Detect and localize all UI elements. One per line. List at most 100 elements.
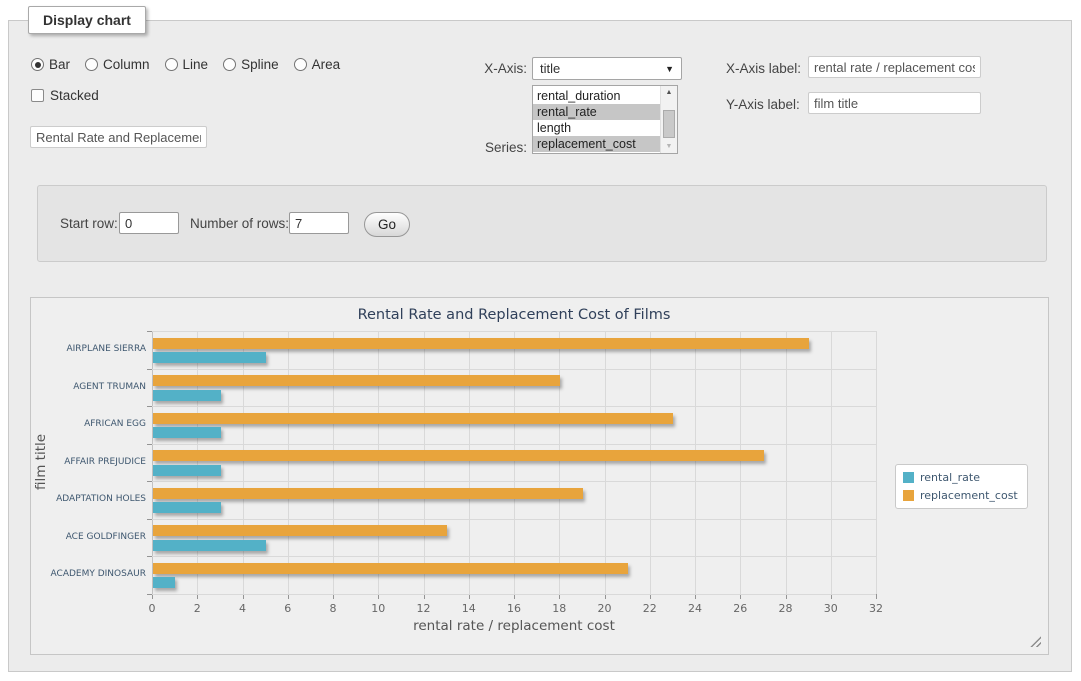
y-tick-mark xyxy=(147,594,152,595)
gridline-horizontal xyxy=(152,406,876,407)
x-tick-mark xyxy=(876,594,877,599)
resize-handle-icon[interactable] xyxy=(1030,636,1041,647)
radio-icon xyxy=(223,58,236,71)
gridline-horizontal xyxy=(152,444,876,445)
x-tick-label: 28 xyxy=(766,602,806,615)
gridline-vertical xyxy=(197,331,198,594)
x-axis-title: rental rate / replacement cost xyxy=(152,618,876,634)
x-tick-label: 8 xyxy=(313,602,353,615)
y-tick-mark xyxy=(147,444,152,445)
scroll-thumb[interactable] xyxy=(663,110,675,138)
bar-replacement_cost[interactable] xyxy=(153,450,764,461)
y-tick-mark xyxy=(147,406,152,407)
gridline-vertical xyxy=(243,331,244,594)
gridline-vertical xyxy=(288,331,289,594)
chart-type-label: Bar xyxy=(49,57,70,72)
x-axis-label-input[interactable] xyxy=(808,56,981,78)
checkbox-icon xyxy=(31,89,44,102)
bar-rental_rate[interactable] xyxy=(153,465,221,476)
gridline-vertical xyxy=(695,331,696,594)
series-option-rental_rate[interactable]: rental_rate xyxy=(533,104,661,120)
gridline-vertical xyxy=(605,331,606,594)
x-tick-label: 10 xyxy=(358,602,398,615)
category-label: AIRPLANE SIERRA xyxy=(34,331,146,369)
bar-rental_rate[interactable] xyxy=(153,427,221,438)
series-option-replacement_cost[interactable]: replacement_cost xyxy=(533,136,661,152)
bar-rental_rate[interactable] xyxy=(153,577,175,588)
scroll-down-icon[interactable]: ▼ xyxy=(661,143,677,150)
category-label: AFFAIR PREJUDICE xyxy=(34,444,146,482)
gridline-horizontal xyxy=(152,556,876,557)
stacked-checkbox[interactable]: Stacked xyxy=(31,88,99,103)
bar-rental_rate[interactable] xyxy=(153,540,266,551)
bar-replacement_cost[interactable] xyxy=(153,338,809,349)
legend-swatch-icon xyxy=(903,472,914,483)
y-tick-mark xyxy=(147,331,152,332)
x-axis-selected-value: title xyxy=(540,61,560,76)
chart-title: Rental Rate and Replacement Cost of Film… xyxy=(152,307,876,323)
bar-rental_rate[interactable] xyxy=(153,390,221,401)
num-rows-input[interactable] xyxy=(289,212,349,234)
bar-replacement_cost[interactable] xyxy=(153,488,583,499)
x-tick-label: 24 xyxy=(675,602,715,615)
start-row-input[interactable] xyxy=(119,212,179,234)
x-tick-label: 16 xyxy=(494,602,534,615)
legend-item-replacement_cost[interactable]: replacement_cost xyxy=(903,489,1018,502)
category-label: AGENT TRUMAN xyxy=(34,369,146,407)
x-tick-label: 14 xyxy=(449,602,489,615)
gridline-horizontal xyxy=(152,481,876,482)
chart-type-label: Column xyxy=(103,57,150,72)
chart-builder-page: Display chart Bar Column Line Spline Area St… xyxy=(0,0,1081,681)
gridline-vertical xyxy=(786,331,787,594)
gridline-vertical xyxy=(740,331,741,594)
bar-replacement_cost[interactable] xyxy=(153,525,447,536)
chart-title-input[interactable] xyxy=(30,126,207,148)
stacked-label: Stacked xyxy=(50,88,99,103)
gridline-vertical xyxy=(333,331,334,594)
category-label: AFRICAN EGG xyxy=(34,406,146,444)
legend-label: rental_rate xyxy=(920,471,980,484)
scroll-up-icon[interactable]: ▲ xyxy=(661,89,677,96)
legend-swatch-icon xyxy=(903,490,914,501)
series-option-rental_duration[interactable]: rental_duration xyxy=(533,88,661,104)
x-tick-label: 20 xyxy=(585,602,625,615)
series-options: rental_durationrental_ratelengthreplacem… xyxy=(533,88,661,152)
x-axis-label-caption: X-Axis label: xyxy=(726,61,801,76)
series-scrollbar[interactable]: ▲ ▼ xyxy=(660,86,677,153)
chart-type-label: Area xyxy=(312,57,341,72)
gridline-vertical xyxy=(424,331,425,594)
chart-type-radio-bar[interactable]: Bar xyxy=(31,57,70,72)
radio-icon xyxy=(165,58,178,71)
bar-replacement_cost[interactable] xyxy=(153,375,560,386)
series-label-text: Series: xyxy=(440,140,527,155)
x-axis-select[interactable]: title ▼ xyxy=(532,57,682,80)
row-controls-band: Start row: Number of rows: Go xyxy=(37,185,1047,262)
series-listbox[interactable]: rental_durationrental_ratelengthreplacem… xyxy=(532,85,678,154)
chart-type-group: Bar Column Line Spline Area xyxy=(31,57,340,72)
chart-type-radio-area[interactable]: Area xyxy=(294,57,341,72)
category-label: ACE GOLDFINGER xyxy=(34,519,146,557)
gridline-vertical xyxy=(831,331,832,594)
gridline-vertical xyxy=(469,331,470,594)
chart-type-radio-column[interactable]: Column xyxy=(85,57,150,72)
go-button[interactable]: Go xyxy=(364,212,410,237)
legend-label: replacement_cost xyxy=(920,489,1018,502)
bar-rental_rate[interactable] xyxy=(153,352,266,363)
gridline-vertical xyxy=(559,331,560,594)
y-axis-label-input[interactable] xyxy=(808,92,981,114)
series-option-length[interactable]: length xyxy=(533,120,661,136)
gridline-horizontal xyxy=(152,369,876,370)
x-tick-label: 22 xyxy=(630,602,670,615)
y-tick-mark xyxy=(147,519,152,520)
bar-rental_rate[interactable] xyxy=(153,502,221,513)
chart-type-radio-line[interactable]: Line xyxy=(165,57,209,72)
chart-type-radio-spline[interactable]: Spline xyxy=(223,57,279,72)
fieldset-legend: Display chart xyxy=(28,6,146,34)
plot-area: 02468101214161820222426283032AIRPLANE SI… xyxy=(152,331,876,594)
bar-replacement_cost[interactable] xyxy=(153,413,673,424)
bar-replacement_cost[interactable] xyxy=(153,563,628,574)
gridline-horizontal xyxy=(152,331,876,332)
radio-icon xyxy=(85,58,98,71)
start-row-label: Start row: xyxy=(60,216,118,231)
legend-item-rental_rate[interactable]: rental_rate xyxy=(903,471,1018,484)
